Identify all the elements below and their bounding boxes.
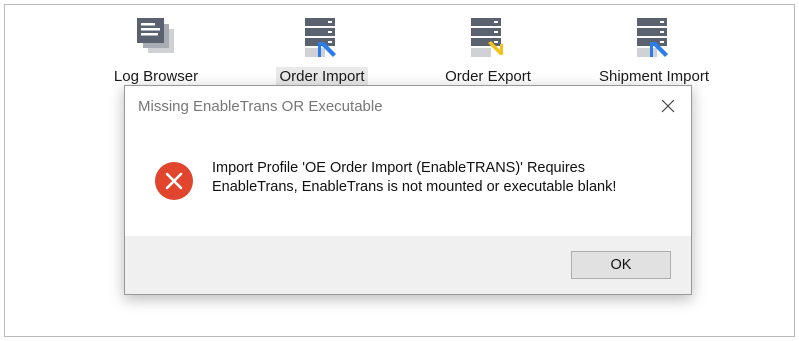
error-icon bbox=[155, 162, 193, 200]
order-import-icon bbox=[305, 18, 336, 57]
error-message-line2: EnableTrans, EnableTrans is not mounted … bbox=[212, 179, 617, 195]
dialog-titlebar[interactable]: Missing EnableTrans OR Executable bbox=[125, 86, 691, 126]
order-export-icon bbox=[471, 18, 503, 57]
error-message: Import Profile 'OE Order Import (EnableT… bbox=[212, 159, 672, 197]
order-import-launcher[interactable]: Order Import bbox=[257, 13, 387, 89]
log-browser-icon bbox=[137, 18, 174, 53]
order-export-label: Order Export bbox=[445, 68, 531, 85]
close-icon[interactable] bbox=[657, 95, 679, 117]
ok-button[interactable]: OK bbox=[571, 251, 671, 279]
error-message-line1: Import Profile 'OE Order Import (EnableT… bbox=[212, 160, 585, 176]
dialog-footer: OK bbox=[125, 236, 691, 294]
shipment-import-icon bbox=[637, 18, 668, 57]
log-browser-label: Log Browser bbox=[113, 68, 199, 85]
log-browser-launcher[interactable]: Log Browser bbox=[91, 13, 221, 89]
dialog-content: Import Profile 'OE Order Import (EnableT… bbox=[125, 126, 691, 236]
order-import-label: Order Import bbox=[276, 67, 368, 86]
shipment-import-label: Shipment Import bbox=[598, 68, 710, 85]
dialog-title: Missing EnableTrans OR Executable bbox=[138, 98, 383, 115]
order-export-launcher[interactable]: Order Export bbox=[423, 13, 553, 89]
shipment-import-launcher[interactable]: Shipment Import bbox=[589, 13, 719, 89]
error-dialog: Missing EnableTrans OR Executable Import… bbox=[124, 85, 692, 295]
